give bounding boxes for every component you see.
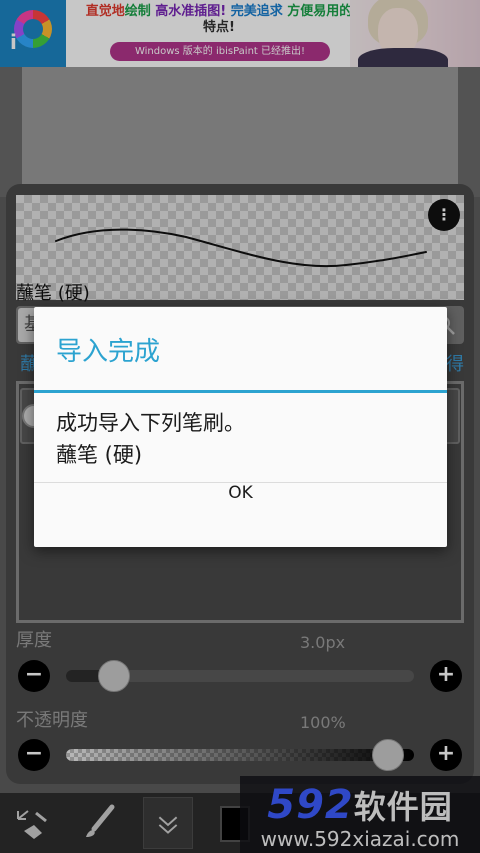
import-complete-dialog: 导入完成 成功导入下列笔刷。 蘸笔 (硬) OK bbox=[34, 307, 447, 547]
dialog-message-line: 成功导入下列笔刷。 bbox=[56, 411, 245, 435]
dialog-title: 导入完成 bbox=[56, 337, 161, 367]
dialog-message-line: 蘸笔 (硬) bbox=[56, 443, 143, 467]
dialog-message: 成功导入下列笔刷。 蘸笔 (硬) bbox=[56, 407, 245, 471]
ok-button[interactable]: OK bbox=[34, 483, 447, 547]
dialog-title-divider bbox=[34, 390, 447, 393]
